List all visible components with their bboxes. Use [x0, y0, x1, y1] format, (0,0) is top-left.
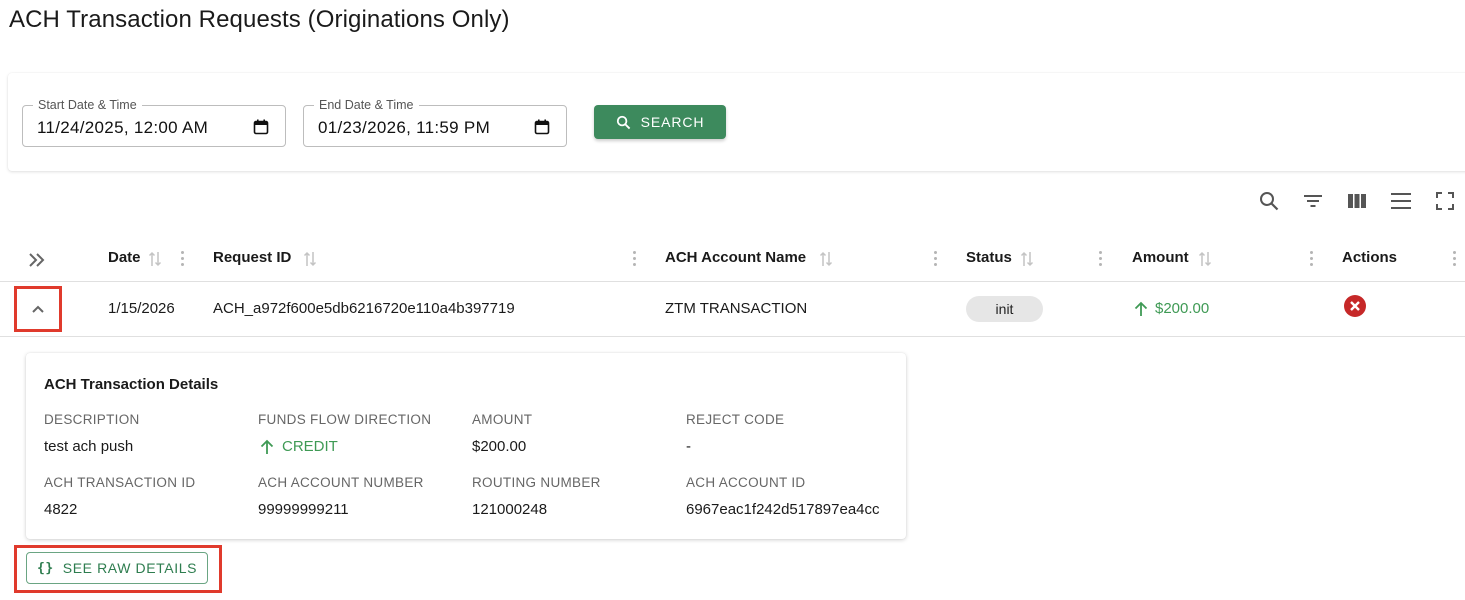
cancel-icon[interactable] — [1344, 295, 1366, 317]
column-header-date[interactable]: Date — [108, 249, 141, 266]
column-menu-icon[interactable] — [180, 250, 184, 268]
funds-flow-text: CREDIT — [282, 438, 338, 455]
columns-icon[interactable] — [1346, 190, 1368, 212]
calendar-icon[interactable] — [253, 119, 269, 135]
column-header-account-name[interactable]: ACH Account Name — [665, 249, 806, 266]
table-row[interactable]: 1/15/2026 ACH_a972f600e5db6216720e110a4b… — [0, 282, 1465, 337]
description-value: test ach push — [44, 438, 134, 455]
page-title: ACH Transaction Requests (Originations O… — [9, 6, 510, 33]
amount-label: AMOUNT — [472, 412, 533, 427]
cell-request-id: ACH_a972f600e5db6216720e110a4b397719 — [213, 300, 515, 317]
arrow-up-icon — [260, 439, 274, 454]
column-header-actions: Actions — [1342, 249, 1398, 266]
column-menu-icon[interactable] — [1452, 250, 1456, 268]
fullscreen-icon[interactable] — [1434, 190, 1456, 212]
start-date-label: Start Date & Time — [33, 98, 142, 112]
filter-icon[interactable] — [1302, 190, 1324, 212]
status-badge: init — [966, 296, 1043, 322]
details-title: ACH Transaction Details — [44, 376, 219, 393]
account-number-label: ACH ACCOUNT NUMBER — [258, 475, 424, 490]
sort-icon[interactable] — [1198, 250, 1212, 268]
search-icon[interactable] — [1258, 190, 1280, 212]
search-icon — [616, 115, 630, 129]
transaction-id-label: ACH TRANSACTION ID — [44, 475, 196, 490]
density-icon[interactable] — [1390, 190, 1412, 212]
search-button-label: SEARCH — [640, 114, 705, 130]
sort-icon[interactable] — [1020, 250, 1034, 268]
funds-flow-value: CREDIT — [259, 438, 338, 455]
code-braces-icon: {} — [36, 560, 54, 576]
amount-value: $200.00 — [472, 438, 527, 455]
row-collapse-button[interactable] — [14, 286, 62, 332]
routing-number-value: 121000248 — [472, 501, 548, 518]
calendar-icon[interactable] — [534, 119, 550, 135]
sort-icon[interactable] — [819, 250, 833, 268]
expand-all-icon[interactable] — [28, 252, 46, 268]
description-label: DESCRIPTION — [44, 412, 140, 427]
reject-code-label: REJECT CODE — [686, 412, 785, 427]
end-date-value[interactable]: 01/23/2026, 11:59 PM — [318, 118, 490, 138]
end-date-field[interactable]: End Date & Time 01/23/2026, 11:59 PM — [303, 98, 567, 147]
column-header-amount[interactable]: Amount — [1132, 249, 1189, 266]
column-header-status[interactable]: Status — [966, 249, 1012, 266]
account-id-value: 6967eac1f242d517897ea4cc — [686, 501, 880, 518]
column-menu-icon[interactable] — [933, 250, 937, 268]
column-menu-icon[interactable] — [632, 250, 636, 268]
start-date-value[interactable]: 11/24/2025, 12:00 AM — [37, 118, 208, 138]
search-button[interactable]: SEARCH — [594, 105, 726, 139]
column-menu-icon[interactable] — [1309, 250, 1313, 268]
account-id-label: ACH ACCOUNT ID — [686, 475, 806, 490]
transaction-id-value: 4822 — [44, 501, 78, 518]
see-raw-details-label: SEE RAW DETAILS — [62, 560, 198, 576]
reject-code-value: - — [686, 438, 691, 455]
see-raw-details-button[interactable]: {} SEE RAW DETAILS — [26, 552, 208, 584]
account-number-value: 99999999211 — [258, 501, 349, 518]
end-date-label: End Date & Time — [314, 98, 419, 112]
column-menu-icon[interactable] — [1098, 250, 1102, 268]
sort-icon[interactable] — [148, 250, 162, 268]
start-date-field[interactable]: Start Date & Time 11/24/2025, 12:00 AM — [22, 98, 286, 147]
cell-amount: $200.00 — [1133, 300, 1209, 317]
transaction-details-panel: ACH Transaction Details DESCRIPTION test… — [26, 353, 906, 539]
table-header: Date Request ID ACH Account Name Status … — [0, 236, 1465, 282]
cell-amount-value: $200.00 — [1155, 300, 1210, 317]
routing-number-label: ROUTING NUMBER — [472, 475, 601, 490]
cell-account-name: ZTM TRANSACTION — [665, 300, 808, 317]
chevron-up-icon — [32, 305, 44, 313]
cell-date: 1/15/2026 — [108, 300, 175, 317]
funds-flow-label: FUNDS FLOW DIRECTION — [258, 412, 432, 427]
arrow-up-icon — [1134, 301, 1148, 316]
column-header-request-id[interactable]: Request ID — [213, 249, 291, 266]
sort-icon[interactable] — [303, 250, 317, 268]
